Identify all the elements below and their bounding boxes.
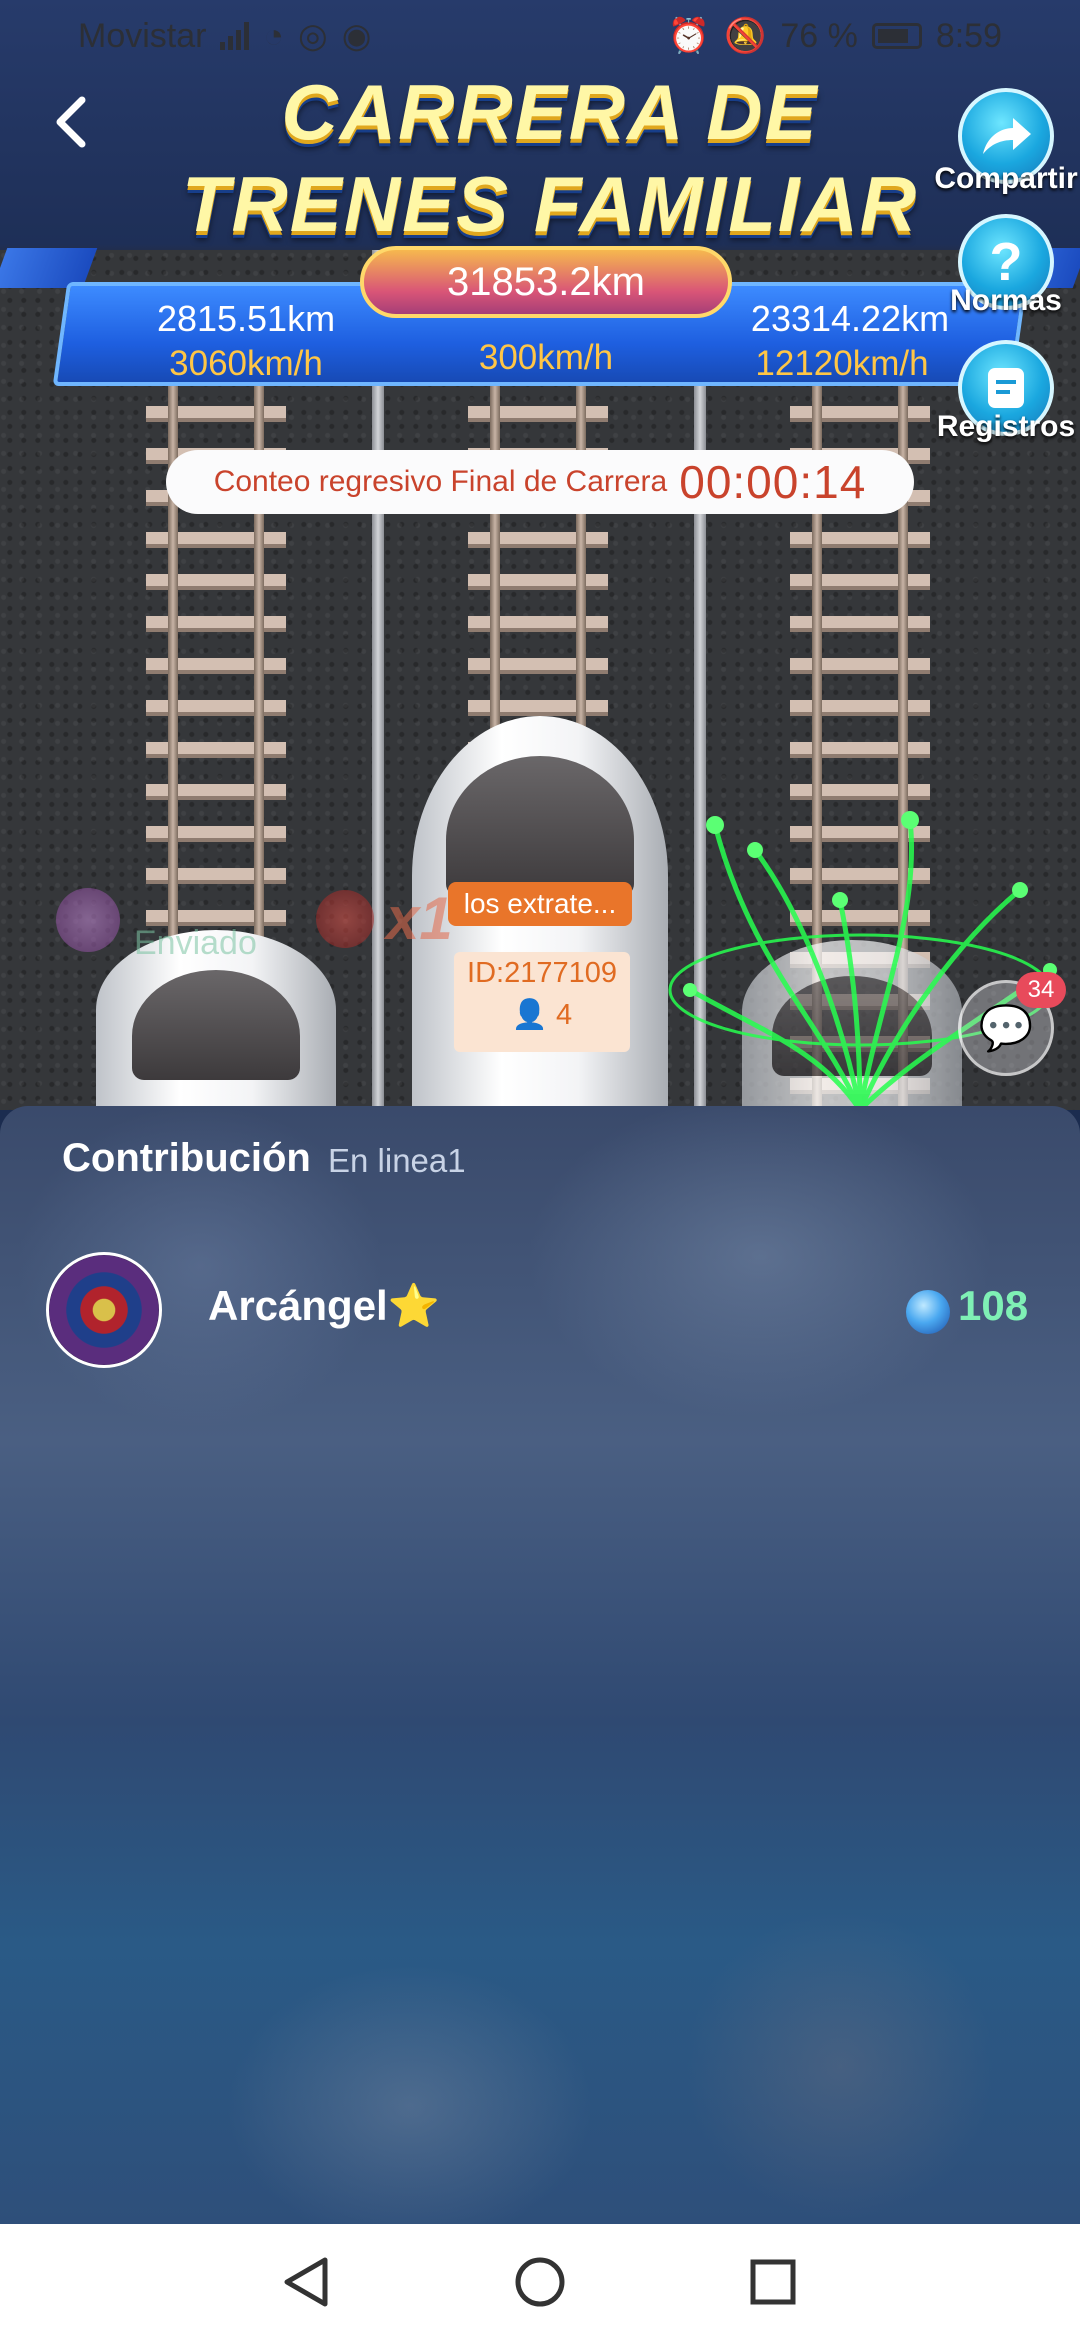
carrier-name: Movistar	[78, 16, 207, 55]
records-label: Registros	[936, 410, 1076, 443]
diamond-icon	[906, 1290, 950, 1334]
nav-home-icon	[515, 2257, 565, 2307]
user-name: Arcángel⭐	[208, 1282, 441, 1329]
battery-percent: 76 %	[780, 16, 858, 55]
chat-badge: 34	[1016, 972, 1066, 1008]
contribution-amount: 108	[958, 1282, 1029, 1329]
members-count: 4	[556, 999, 573, 1031]
gift-feed-text: Enviado	[134, 924, 257, 962]
lane-1-speed: 3060km/h	[169, 344, 323, 383]
nav-home-button[interactable]	[505, 2247, 575, 2317]
signal-icon	[220, 22, 250, 50]
gift-icon	[316, 890, 374, 948]
app-notification-icon: ◉	[341, 17, 372, 55]
mute-icon: 🔕	[723, 17, 767, 55]
countdown-time: 00:00:14	[679, 456, 867, 508]
nav-recents-icon	[750, 2259, 796, 2305]
chat-icon: 💬	[978, 1004, 1034, 1053]
gift-multiplier: x1	[386, 885, 453, 952]
lane-2-speed: 300km/h	[478, 338, 614, 377]
train-name-label: los extrate...	[448, 882, 632, 926]
battery-icon	[871, 23, 922, 49]
race-scene: los extrate... ID:2177109 👤 4 Enviado x1…	[0, 0, 1080, 1110]
title-line-2: TRENES FAMILIAR	[181, 160, 919, 248]
train-id-card: ID:2177109 👤 4	[454, 952, 630, 1052]
title-line-1: CARRERA DE	[281, 68, 819, 156]
wifi-icon: ◔	[263, 16, 285, 55]
back-arrow-icon	[56, 96, 86, 148]
train-members: 👤 4	[454, 994, 630, 1036]
page-title: CARRERA DE TRENES FAMILIAR	[150, 66, 950, 250]
records-icon	[988, 368, 1024, 408]
user-icon: 👤	[511, 999, 557, 1031]
whatsapp-icon: ◎	[298, 17, 328, 55]
panel-title: Contribución	[62, 1136, 311, 1180]
countdown-bar: Conteo regresivo Final de Carrera 00:00:…	[166, 450, 914, 514]
list-item[interactable]: Arcángel⭐ 108	[46, 1252, 1036, 1368]
clock: 8:59	[935, 16, 1002, 55]
nav-recents-button[interactable]	[738, 2247, 808, 2317]
panel-subtitle: En linea1	[328, 1142, 466, 1179]
gift-feed: Enviado x1	[56, 880, 453, 962]
system-nav-bar	[0, 2224, 1080, 2340]
nav-back-icon	[284, 2257, 328, 2307]
alarm-icon: ⏰	[667, 17, 710, 55]
share-label: Compartir	[934, 162, 1078, 195]
status-bar: Movistar ◔ ◎ ◉ ⏰ 🔕 76 % 8:59	[0, 0, 1080, 72]
avatar[interactable]	[46, 1252, 162, 1368]
lane-3-speed: 12120km/h	[755, 344, 929, 383]
rules-label: Normas	[950, 284, 1062, 317]
lane-1-distance: 2815.51km	[156, 298, 336, 339]
back-button[interactable]	[48, 92, 98, 152]
sender-avatar	[56, 888, 120, 952]
total-distance: 31853.2km	[360, 246, 732, 318]
share-icon	[983, 118, 1031, 154]
contribution-panel: Contribución En linea1 Arcángel⭐ 108	[0, 1106, 1080, 2224]
nav-back-button[interactable]	[272, 2247, 342, 2317]
train-id: ID:2177109	[467, 957, 617, 989]
countdown-label: Conteo regresivo Final de Carrera	[213, 465, 668, 498]
